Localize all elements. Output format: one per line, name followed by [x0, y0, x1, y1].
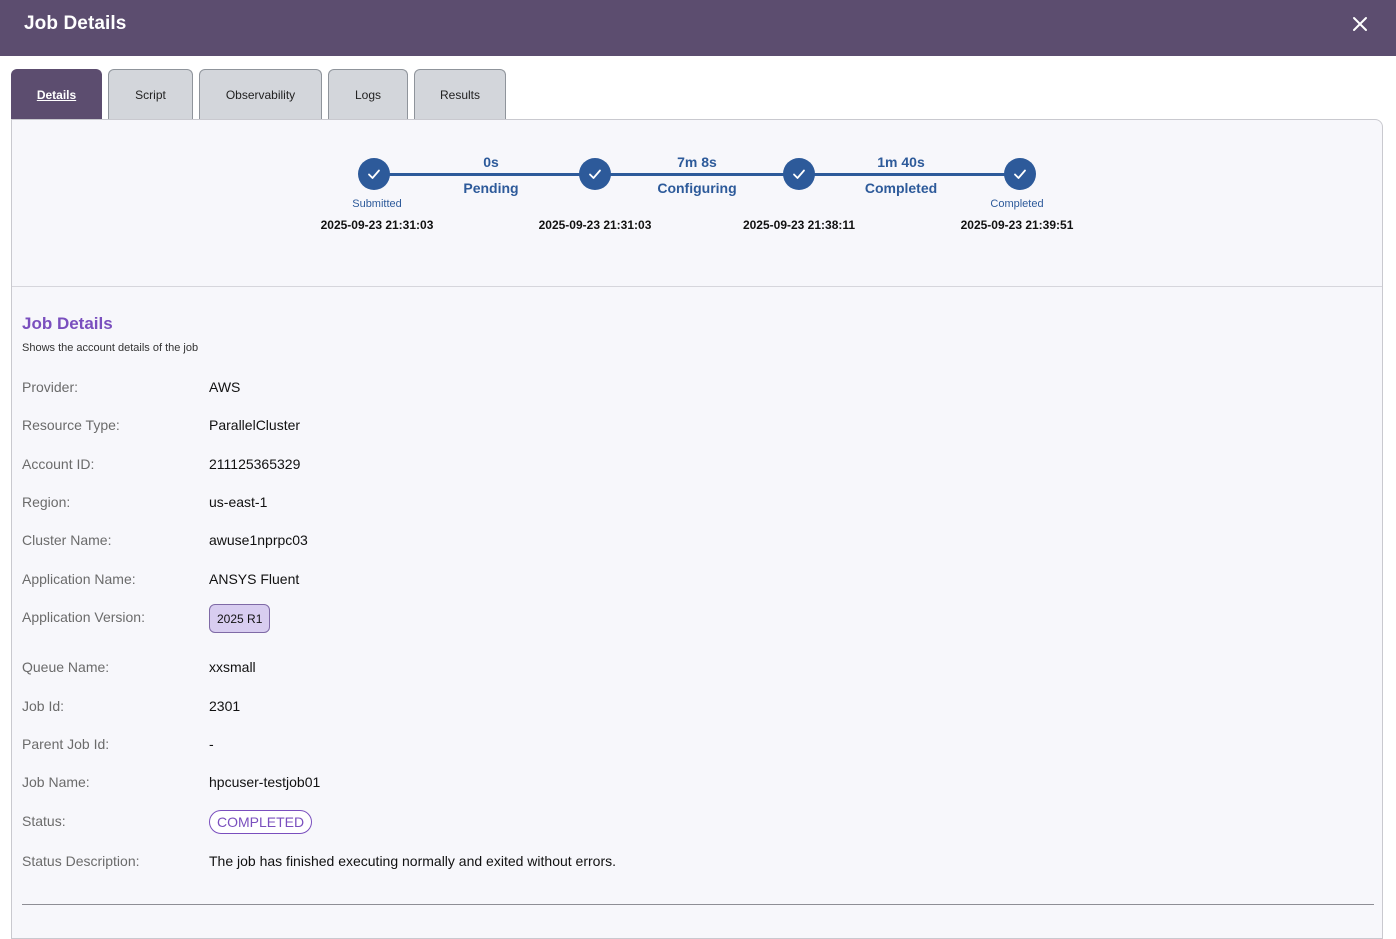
- modal-title: Job Details: [24, 13, 127, 34]
- field-label: Application Version:: [22, 609, 145, 625]
- field-value: hpcuser-testjob01: [209, 774, 321, 790]
- section-subtitle: Shows the account details of the job: [22, 342, 199, 354]
- detail-row-resource-type: Resource Type: ParallelCluster: [22, 417, 1322, 439]
- phase-name: Completed: [864, 180, 938, 196]
- phase-duration: 0s: [483, 154, 499, 170]
- close-button[interactable]: [1349, 13, 1371, 35]
- job-timeline: 0s Pending 7m 8s Configuring 1m 40s Comp…: [12, 120, 1382, 286]
- detail-row-queue-name: Queue Name: xxsmall: [22, 659, 1322, 681]
- step-timestamp: 2025-09-23 21:39:51: [960, 218, 1074, 232]
- detail-row-provider: Provider: AWS: [22, 379, 1322, 401]
- field-label: Status Description:: [22, 853, 140, 869]
- detail-row-account-id: Account ID: 211125365329: [22, 456, 1322, 478]
- timeline-step-configuring: [783, 158, 815, 190]
- field-value: xxsmall: [209, 659, 256, 675]
- phase-name: Configuring: [657, 180, 737, 196]
- tab-logs[interactable]: Logs: [328, 69, 408, 119]
- field-label: Resource Type:: [22, 417, 120, 433]
- tab-observability[interactable]: Observability: [199, 69, 322, 119]
- step-timestamp: 2025-09-23 21:38:11: [742, 218, 856, 232]
- field-value: The job has finished executing normally …: [209, 853, 616, 869]
- section-divider: [12, 286, 1382, 287]
- modal-header: Job Details: [0, 0, 1396, 56]
- check-icon: [1014, 169, 1026, 179]
- field-label: Job Id:: [22, 698, 65, 714]
- field-value: awuse1nprpc03: [209, 532, 308, 548]
- timeline-step-pending: [579, 158, 611, 190]
- field-value: 2301: [209, 698, 241, 714]
- field-value: us-east-1: [209, 494, 268, 510]
- timeline-step-completed: [1004, 158, 1036, 190]
- check-icon: [589, 169, 601, 179]
- field-value: AWS: [209, 379, 241, 395]
- detail-row-job-id: Job Id: 2301: [22, 698, 1322, 720]
- phase-duration: 1m 40s: [877, 154, 925, 170]
- field-label: Status:: [22, 813, 66, 829]
- section-bottom-rule: [22, 904, 1374, 905]
- check-icon: [368, 169, 380, 179]
- field-value: 211125365329: [209, 456, 301, 472]
- field-label: Job Name:: [22, 774, 90, 790]
- detail-row-status: Status: COMPLETED: [22, 810, 1322, 835]
- tab-details[interactable]: Details: [11, 69, 102, 119]
- close-icon: [1353, 17, 1367, 31]
- step-label: Submitted: [352, 198, 402, 210]
- field-label: Application Name:: [22, 571, 136, 587]
- detail-row-cluster-name: Cluster Name: awuse1nprpc03: [22, 532, 1322, 554]
- step-timestamp: 2025-09-23 21:31:03: [538, 218, 652, 232]
- field-label: Queue Name:: [22, 659, 110, 675]
- field-value: ParallelCluster: [209, 417, 301, 433]
- timeline-connector: [375, 173, 595, 176]
- field-label: Account ID:: [22, 456, 95, 472]
- timeline-connector: [596, 173, 800, 176]
- field-value: ANSYS Fluent: [209, 571, 300, 587]
- version-chip: 2025 R1: [209, 604, 271, 633]
- check-icon: [793, 169, 805, 179]
- detail-row-application-name: Application Name: ANSYS Fluent: [22, 571, 1322, 593]
- timeline-step-submitted: [358, 158, 390, 190]
- details-panel: 0s Pending 7m 8s Configuring 1m 40s Comp…: [11, 119, 1383, 939]
- detail-row-parent-job-id: Parent Job Id: -: [22, 736, 1322, 758]
- detail-row-status-description: Status Description: The job has finished…: [22, 853, 1322, 875]
- timeline-connector: [800, 173, 1021, 176]
- detail-row-application-version: Application Version: 2025 R1: [22, 604, 1322, 633]
- field-label: Parent Job Id:: [22, 736, 110, 752]
- detail-row-region: Region: us-east-1: [22, 494, 1322, 516]
- section-title: Job Details: [22, 314, 113, 333]
- tab-results[interactable]: Results: [414, 69, 506, 119]
- field-label: Region:: [22, 494, 71, 510]
- status-badge: COMPLETED: [209, 810, 313, 834]
- phase-duration: 7m 8s: [677, 154, 717, 170]
- tab-script[interactable]: Script: [108, 69, 193, 119]
- step-timestamp: 2025-09-23 21:31:03: [320, 218, 434, 232]
- field-value: -: [209, 736, 214, 752]
- detail-row-job-name: Job Name: hpcuser-testjob01: [22, 774, 1322, 796]
- phase-name: Pending: [463, 180, 519, 196]
- field-label: Provider:: [22, 379, 79, 395]
- step-label: Completed: [990, 198, 1044, 210]
- field-label: Cluster Name:: [22, 532, 112, 548]
